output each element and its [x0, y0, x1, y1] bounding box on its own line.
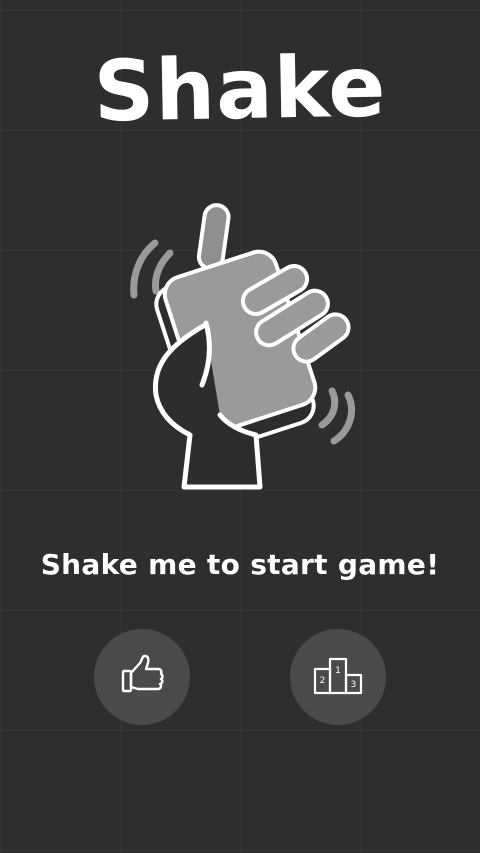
thumbs-up-icon: [118, 651, 166, 703]
podium-first-label: 1: [335, 666, 341, 676]
podium-icon: 1 2 3: [312, 653, 364, 701]
podium-second-label: 2: [320, 676, 326, 686]
leaderboard-button[interactable]: 1 2 3: [290, 629, 386, 725]
app-title: Shake: [92, 37, 388, 141]
shaking-phone-hand-illustration: [110, 195, 370, 505]
start-prompt: Shake me to start game!: [40, 548, 440, 581]
podium-third-label: 3: [351, 680, 357, 690]
like-button[interactable]: [94, 629, 190, 725]
